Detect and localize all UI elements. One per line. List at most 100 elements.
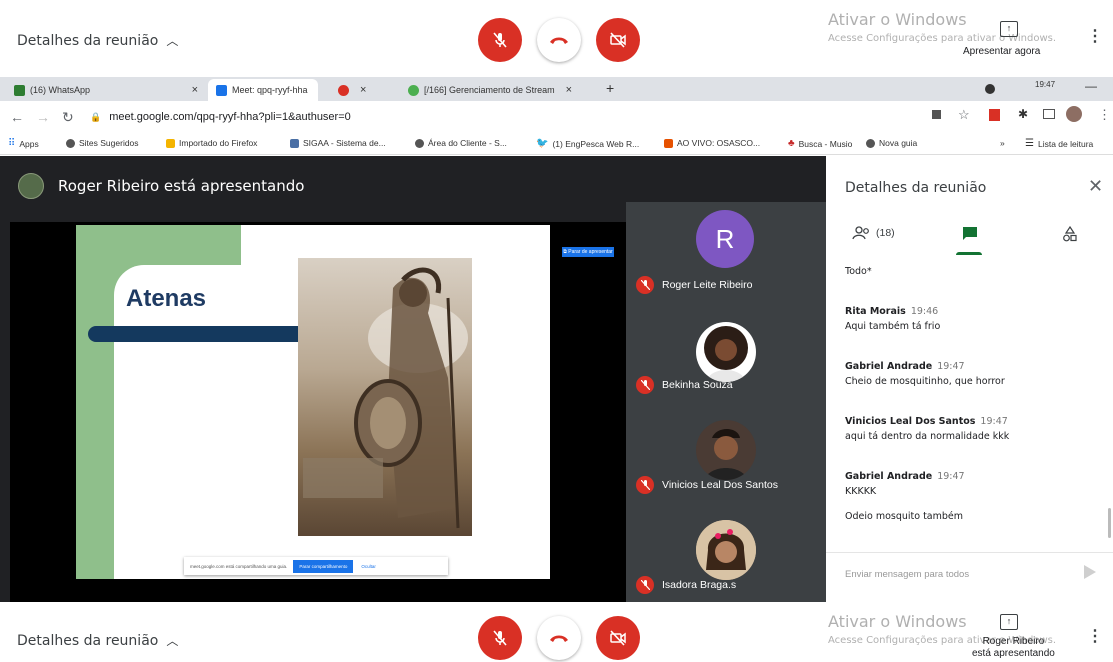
tab-whatsapp[interactable]: (16) WhatsApp × <box>6 79 206 101</box>
new-tab-button[interactable]: + <box>606 80 614 96</box>
tab-activities[interactable] <box>1062 226 1078 242</box>
bookmark-star-icon[interactable]: ☆ <box>958 107 970 123</box>
bookmarks-overflow[interactable]: » <box>1000 138 1005 148</box>
tab-label: (16) WhatsApp <box>30 85 91 95</box>
bookmark-ao-vivo[interactable]: AO VIVO: OSASCO... <box>664 138 760 148</box>
participant-tile[interactable]: Bekinha Souza <box>626 302 826 402</box>
camera-indicator-icon[interactable] <box>932 110 941 119</box>
more-options-icon[interactable]: ⋮ <box>1087 626 1103 646</box>
hang-up-icon <box>550 37 568 44</box>
bookmark-sigaa[interactable]: SIGAA - Sistema de... <box>290 138 386 148</box>
bookmark-area-cliente[interactable]: Área do Cliente - S... <box>415 138 507 148</box>
send-icon[interactable] <box>1084 565 1096 579</box>
bookmarks-bar: ⠿ Apps Sites Sugeridos Importado do Firef… <box>0 133 1113 155</box>
chevron-up-icon: ︿ <box>166 34 179 48</box>
reading-list[interactable]: ☰ Lista de leitura <box>1025 138 1093 149</box>
chat-scrollbar[interactable] <box>1108 508 1111 538</box>
close-tab-icon[interactable]: × <box>192 84 198 96</box>
message-sender: Gabriel Andrade <box>845 471 933 482</box>
pdf-extension-icon[interactable] <box>989 109 1000 121</box>
leave-call-button[interactable] <box>537 18 581 62</box>
profile-icon[interactable] <box>985 84 995 94</box>
tab-people[interactable]: (18) <box>852 226 895 240</box>
bookmark-nova-guia[interactable]: Nova guia <box>866 138 917 148</box>
participant-tile[interactable]: R Roger Leite Ribeiro <box>626 202 826 302</box>
participant-name: Roger Leite Ribeiro <box>662 279 753 291</box>
meeting-toolbar-bottom: Detalhes da reunião ︿ Ativar o Windows Ac… <box>0 602 1113 662</box>
meeting-details-toggle[interactable]: Detalhes da reunião ︿ <box>17 32 178 49</box>
message-time: 19:47 <box>980 416 1008 427</box>
chat-message: Rita Morais 19:46 Aqui também tá frio <box>845 306 1105 332</box>
message-sender: Gabriel Andrade <box>845 361 933 372</box>
tab-recording[interactable]: × <box>330 79 390 101</box>
url-field[interactable]: 🔒 meet.google.com/qpq-ryyf-hha?pli=1&aut… <box>90 106 830 128</box>
tab-label: [/166] Gerenciamento de Stream <box>424 85 555 95</box>
folder-icon <box>166 138 175 148</box>
chat-prefix-line: Todo* <box>845 266 872 277</box>
user-avatar[interactable] <box>1066 106 1082 122</box>
slide-title: Atenas <box>126 285 207 312</box>
more-options-icon[interactable]: ⋮ <box>1087 26 1103 46</box>
share-bar-text: meet.google.com está compartilhando uma … <box>190 563 288 569</box>
chevron-up-icon: ︿ <box>166 634 179 648</box>
mic-muted-icon <box>636 376 654 394</box>
recording-icon <box>338 84 349 96</box>
windows-activation-subtitle: Acesse Configurações para ativar o Windo… <box>828 33 1057 44</box>
stop-sharing-button[interactable]: Parar compartilhamento <box>293 559 354 573</box>
calendar-icon <box>664 138 673 148</box>
whatsapp-icon <box>14 84 25 96</box>
close-tab-icon[interactable]: × <box>566 84 572 96</box>
camera-off-button[interactable] <box>596 616 640 660</box>
presentation-view: Atenas meet.google.com está compartilhan… <box>10 222 626 602</box>
chat-input[interactable]: Enviar mensagem para todos <box>845 569 969 580</box>
bookmark-sites-sugeridos[interactable]: Sites Sugeridos <box>66 138 139 148</box>
bookmark-label: Busca - Musio <box>798 138 853 149</box>
reload-icon[interactable]: ↻ <box>62 109 74 126</box>
camera-off-button[interactable] <box>596 18 640 62</box>
bookmark-engpesca[interactable]: 🐦 (1) EngPesca Web R... <box>536 138 639 149</box>
message-time: 19:47 <box>937 471 965 482</box>
message-time: 19:46 <box>910 306 939 317</box>
mic-off-button[interactable] <box>478 616 522 660</box>
presenting-text: está apresentando <box>972 648 1055 659</box>
bookmark-apps[interactable]: ⠿ Apps <box>8 138 39 149</box>
back-icon[interactable]: ← <box>10 109 24 125</box>
extensions-icon[interactable]: ✱ <box>1018 107 1028 121</box>
cast-icon[interactable] <box>1043 109 1055 119</box>
presentation-slide: Atenas meet.google.com está compartilhan… <box>76 225 550 579</box>
leave-call-button[interactable] <box>537 616 581 660</box>
message-time: 19:47 <box>937 361 965 372</box>
athena-statue-image <box>298 258 472 536</box>
tab-meet[interactable]: Meet: qpq-ryyf-hha <box>208 79 318 101</box>
present-now-label[interactable]: Apresentar agora <box>963 46 1040 57</box>
meeting-details-toggle[interactable]: Detalhes da reunião ︿ <box>17 632 178 649</box>
forward-icon[interactable]: → <box>36 109 50 125</box>
tab-chat[interactable] <box>962 226 978 242</box>
stop-presenting-button[interactable]: ⧉ Parar de apresentar <box>562 247 614 257</box>
globe-icon <box>66 138 75 148</box>
participant-tile[interactable]: Isadora Braga.s <box>626 502 826 602</box>
avatar: R <box>696 210 754 268</box>
bookmark-label: Importado do Firefox <box>179 138 258 148</box>
participant-name: Isadora Braga.s <box>662 579 737 591</box>
browser-menu-icon[interactable]: ⋮ <box>1098 107 1111 123</box>
participant-tile[interactable]: Vinicios Leal Dos Santos <box>626 402 826 502</box>
mic-off-button[interactable] <box>478 18 522 62</box>
tab-stream[interactable]: [/166] Gerenciamento de Stream × <box>400 79 595 101</box>
mic-muted-icon <box>636 576 654 594</box>
hide-share-bar-button[interactable]: Ocultar <box>361 564 376 569</box>
chat-message: Gabriel Andrade 19:47 Cheio de mosquitinh… <box>845 361 1105 387</box>
bookmark-firefox[interactable]: Importado do Firefox <box>166 138 257 148</box>
message-text: Cheio de mosquitinho, que horror <box>845 376 1005 387</box>
present-screen-icon[interactable]: ↑ <box>1000 614 1018 630</box>
mic-off-icon <box>493 630 507 646</box>
close-icon[interactable]: ✕ <box>1088 176 1103 197</box>
meeting-stage: Roger Ribeiro está apresentando Atenas m… <box>0 156 826 602</box>
window-controls[interactable]: — <box>1085 79 1097 93</box>
present-screen-icon[interactable]: ↑ <box>1000 21 1018 37</box>
bookmark-musio[interactable]: ♣ Busca - Musio <box>788 138 852 149</box>
avatar <box>696 420 756 480</box>
close-tab-icon[interactable]: × <box>360 84 366 96</box>
bookmark-label: Apps <box>19 138 39 149</box>
meeting-details-label: Detalhes da reunião <box>17 33 159 49</box>
